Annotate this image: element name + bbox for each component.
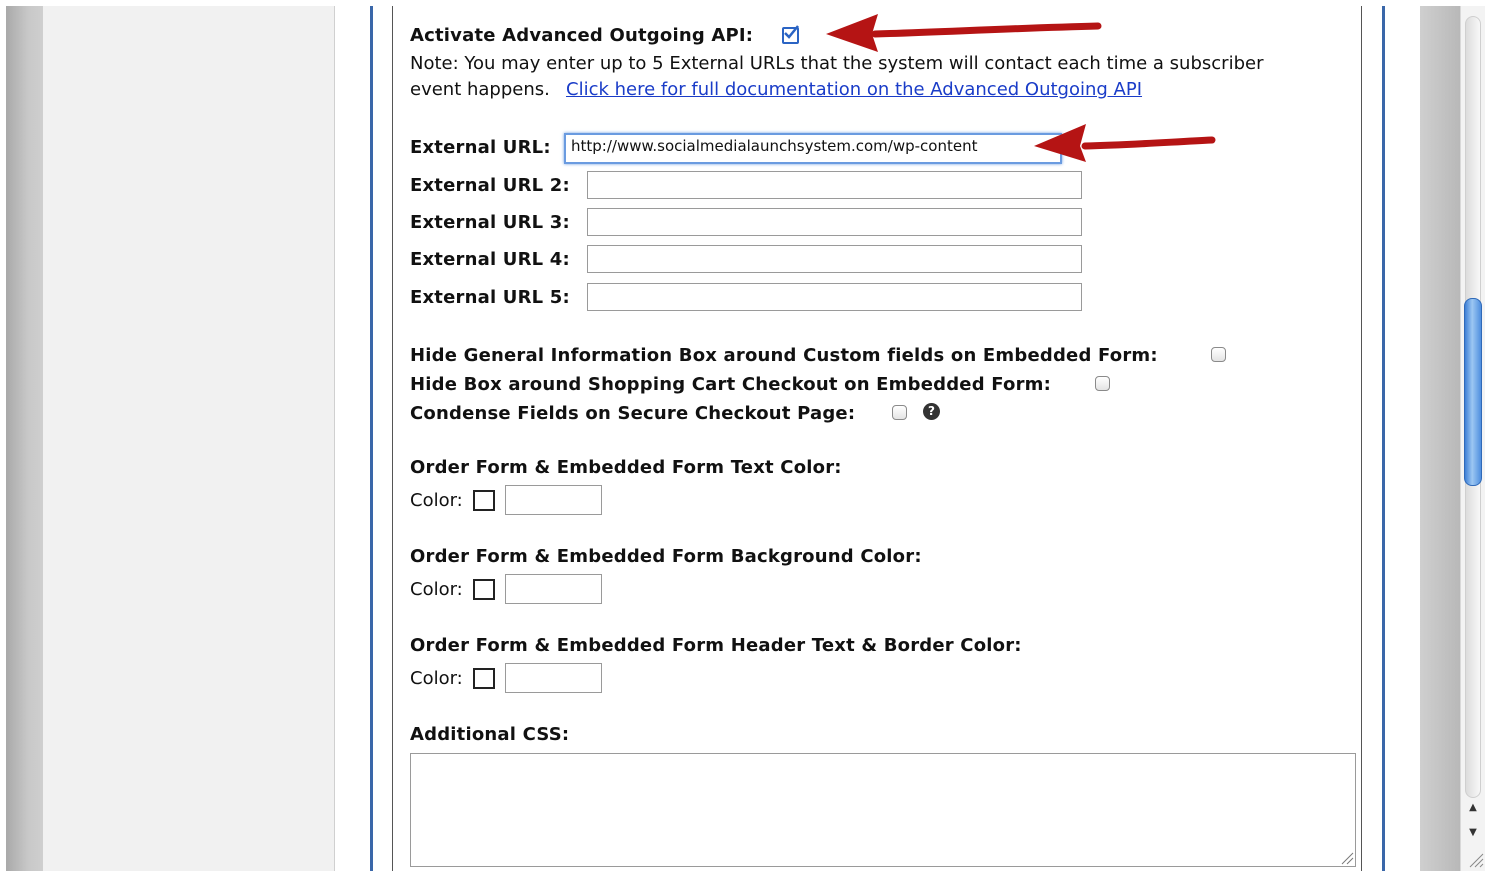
annotation-arrow-icon xyxy=(1034,124,1216,162)
textarea-resize-icon[interactable] xyxy=(1340,851,1354,865)
scroll-down-icon[interactable]: ▼ xyxy=(1466,826,1480,840)
checkmark-icon xyxy=(784,25,799,39)
external-url-2-label: External URL 2: xyxy=(410,175,570,196)
text-color-input[interactable] xyxy=(505,485,602,515)
help-icon[interactable]: ? xyxy=(923,403,940,420)
hide-cart-box-label: Hide Box around Shopping Cart Checkout o… xyxy=(410,374,1052,395)
resize-grip-icon[interactable] xyxy=(1466,850,1484,868)
frame-border-left xyxy=(370,6,373,871)
background-color-input[interactable] xyxy=(505,574,602,604)
background-color-swatch[interactable] xyxy=(473,579,495,600)
api-note-line1: Note: You may enter up to 5 External URL… xyxy=(410,53,1264,74)
hide-general-info-label: Hide General Information Box around Cust… xyxy=(410,345,1158,366)
condense-fields-checkbox[interactable] xyxy=(892,405,907,420)
activate-api-checkbox[interactable] xyxy=(782,25,799,44)
additional-css-textarea[interactable] xyxy=(410,753,1356,867)
external-url-3-input[interactable] xyxy=(587,208,1082,236)
header-color-swatch[interactable] xyxy=(473,668,495,689)
condense-fields-label: Condense Fields on Secure Checkout Page: xyxy=(410,403,856,424)
left-gutter xyxy=(6,6,43,871)
header-color-label: Color: xyxy=(410,668,463,689)
text-color-swatch[interactable] xyxy=(473,490,495,511)
hide-cart-box-checkbox[interactable] xyxy=(1095,376,1110,391)
text-color-label: Color: xyxy=(410,490,463,511)
external-url-4-input[interactable] xyxy=(587,245,1082,273)
external-url-5-input[interactable] xyxy=(587,283,1082,311)
api-documentation-link[interactable]: Click here for full documentation on the… xyxy=(566,79,1142,100)
header-color-title: Order Form & Embedded Form Header Text &… xyxy=(410,635,1022,656)
external-url-5-label: External URL 5: xyxy=(410,287,570,308)
hide-general-info-checkbox[interactable] xyxy=(1211,347,1226,362)
api-note-line2: event happens. xyxy=(410,79,550,100)
header-color-input[interactable] xyxy=(505,663,602,693)
external-url-1-input[interactable]: http://www.socialmedialaunchsystem.com/w… xyxy=(564,133,1062,164)
activate-api-label: Activate Advanced Outgoing API: xyxy=(410,25,754,46)
vertical-scrollbar[interactable]: ▲ ▼ xyxy=(1460,6,1485,871)
external-url-3-label: External URL 3: xyxy=(410,212,570,233)
frame-border-right xyxy=(1382,6,1385,871)
sidebar xyxy=(43,6,335,871)
annotation-arrow-icon xyxy=(826,14,1102,52)
page-margin xyxy=(335,6,370,871)
text-color-title: Order Form & Embedded Form Text Color: xyxy=(410,457,842,478)
external-url-4-label: External URL 4: xyxy=(410,249,570,270)
scroll-up-icon[interactable]: ▲ xyxy=(1466,801,1480,815)
right-gutter xyxy=(1420,6,1460,871)
panel-border-left xyxy=(392,6,393,871)
additional-css-label: Additional CSS: xyxy=(410,724,570,745)
panel-border-right xyxy=(1361,6,1362,871)
external-url-2-input[interactable] xyxy=(587,171,1082,199)
background-color-title: Order Form & Embedded Form Background Co… xyxy=(410,546,922,567)
scroll-thumb[interactable] xyxy=(1464,298,1482,486)
external-url-1-label: External URL: xyxy=(410,137,551,158)
background-color-label: Color: xyxy=(410,579,463,600)
